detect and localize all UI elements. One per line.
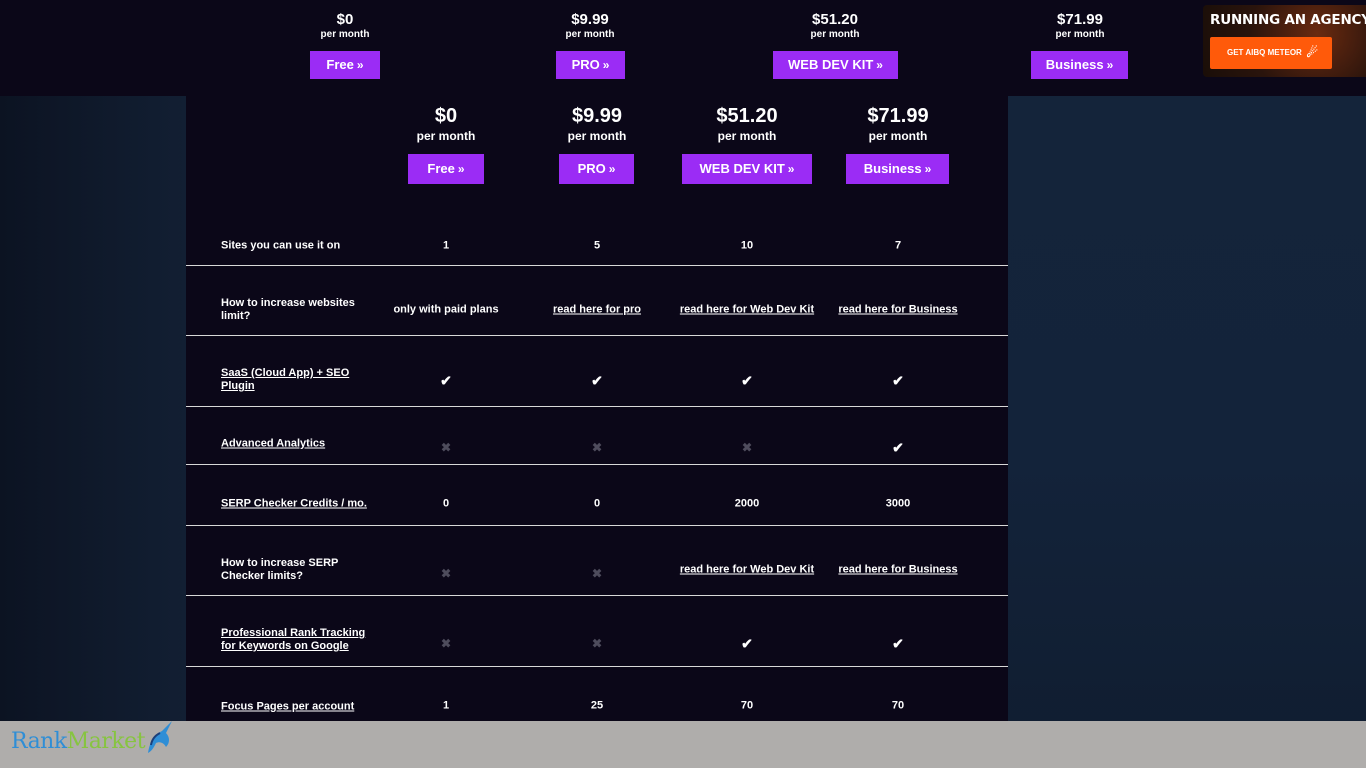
button-label: WEB DEV KIT xyxy=(699,161,785,176)
table-row-sites: Sites you can use it on 1 5 10 7 xyxy=(186,206,1008,266)
plan-price: $51.20 xyxy=(812,11,858,28)
button-label: Free xyxy=(427,161,455,176)
double-chevron-right-icon: » xyxy=(876,58,883,72)
table-row-increase-websites: How to increase websites limit? only wit… xyxy=(186,266,1008,336)
double-chevron-right-icon: » xyxy=(608,162,616,176)
button-label: Business xyxy=(1045,57,1104,72)
select-webdevkit-button[interactable]: WEB DEV KIT» xyxy=(773,51,898,79)
button-label: PRO xyxy=(571,57,600,72)
plan-price: $71.99 xyxy=(1057,11,1103,28)
select-pro-button[interactable]: PRO» xyxy=(556,51,625,79)
unicorn-icon xyxy=(148,721,172,753)
plan-price: $71.99 xyxy=(867,105,929,127)
get-meteor-button[interactable]: GET AIBQ METEOR ☄ xyxy=(1210,37,1332,69)
rankmarket-logo: RankMarket xyxy=(11,729,146,754)
sticky-pricing-header: $0 per month Free» $9.99 per month PRO» … xyxy=(0,0,1366,96)
ad-title: RUNNING AN AGENCY? xyxy=(1210,12,1366,28)
logo-text-market: Market xyxy=(66,729,146,754)
button-label: Free xyxy=(326,57,354,72)
button-label: WEB DEV KIT xyxy=(788,57,874,72)
select-business-button[interactable]: Business» xyxy=(846,154,949,184)
read-here-business-link[interactable]: read here for Business xyxy=(808,304,988,317)
watermark-bar: RankMarket xyxy=(0,721,1366,768)
plan-price: $9.99 xyxy=(571,11,609,28)
plan-period: per month xyxy=(868,129,928,143)
table-row-focus-pages: Focus Pages per account 1 25 70 70 xyxy=(186,667,1008,721)
table-row-serp-credits: SERP Checker Credits / mo. 0 0 2000 3000 xyxy=(186,465,1008,526)
page-background-left xyxy=(0,0,186,768)
meteor-icon: ☄ xyxy=(1306,45,1318,60)
table-row-rank-tracking: Professional Rank Tracking for Keywords … xyxy=(186,596,1008,667)
read-here-business-link[interactable]: read here for Business xyxy=(808,564,988,577)
double-chevron-right-icon: » xyxy=(787,162,795,176)
pricing-comparison-table: $0 per month Free» $9.99 per month PRO» … xyxy=(186,96,1008,721)
cell-business: 3000 xyxy=(885,497,911,510)
double-chevron-right-icon: » xyxy=(356,58,364,72)
button-label: PRO xyxy=(577,161,606,176)
select-business-button[interactable]: Business» xyxy=(1031,51,1128,79)
double-chevron-right-icon: » xyxy=(602,58,610,72)
check-icon: ✔ xyxy=(892,635,904,652)
plan-period: per month xyxy=(1055,29,1105,40)
plan-price: $0 xyxy=(336,11,354,28)
page-background-right xyxy=(1008,0,1366,768)
cell-business: 7 xyxy=(894,239,902,252)
plan-period: per month xyxy=(810,29,860,40)
double-chevron-right-icon: » xyxy=(457,162,465,176)
select-free-button[interactable]: Free» xyxy=(408,154,484,184)
table-row-analytics: Advanced Analytics ✖ ✖ ✖ ✔ xyxy=(186,407,1008,465)
button-label: GET AIBQ METEOR xyxy=(1227,48,1302,57)
table-row-increase-serp: How to increase SERP Checker limits? ✖ ✖… xyxy=(186,526,1008,596)
double-chevron-right-icon: » xyxy=(1106,58,1114,72)
check-icon: ✔ xyxy=(892,439,904,456)
select-free-button[interactable]: Free» xyxy=(310,51,380,79)
select-pro-button[interactable]: PRO» xyxy=(559,154,634,184)
agency-ad-banner[interactable]: RUNNING AN AGENCY? GET AIBQ METEOR ☄ xyxy=(1203,5,1366,77)
button-label: Business xyxy=(863,161,922,176)
select-webdevkit-button[interactable]: WEB DEV KIT» xyxy=(682,154,812,184)
table-row-saas: SaaS (Cloud App) + SEO Plugin ✔ ✔ ✔ ✔ xyxy=(186,336,1008,407)
plan-period: per month xyxy=(320,29,370,40)
logo-text-rank: Rank xyxy=(11,729,67,754)
cell-business: 70 xyxy=(891,699,905,712)
double-chevron-right-icon: » xyxy=(924,162,932,176)
check-icon: ✔ xyxy=(892,372,904,389)
plan-period: per month xyxy=(565,29,615,40)
